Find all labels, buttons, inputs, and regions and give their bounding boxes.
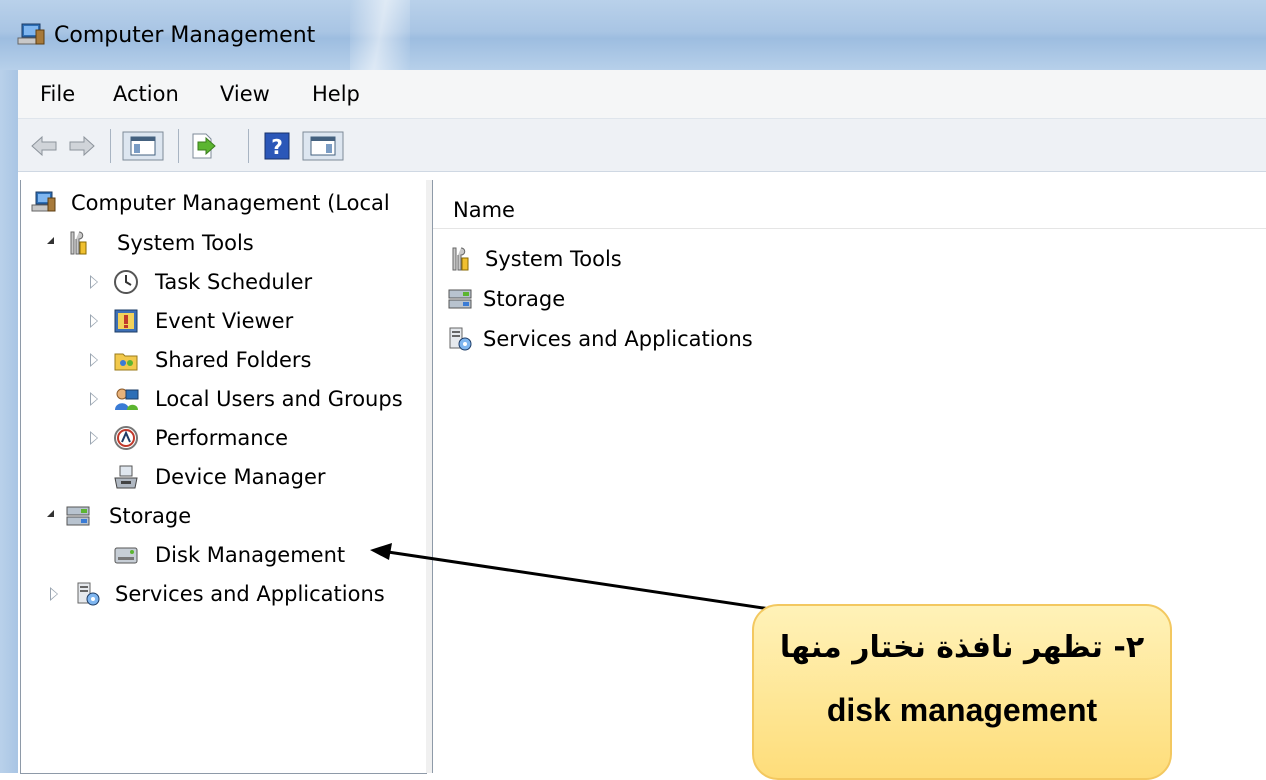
- services-icon: [77, 582, 100, 606]
- tree-item-local-users[interactable]: Local Users and Groups: [29, 384, 424, 416]
- svg-text:?: ?: [271, 135, 283, 159]
- computer-management-icon: [17, 23, 45, 45]
- tree-item-task-scheduler[interactable]: Task Scheduler: [29, 267, 424, 299]
- tree-item-system-tools[interactable]: System Tools: [29, 228, 424, 260]
- computer-management-icon: [31, 191, 56, 212]
- collapse-arrow-icon[interactable]: [47, 510, 54, 517]
- toolbar: ?: [18, 119, 1266, 172]
- system-tools-icon: [452, 247, 469, 271]
- tree-item-shared-folders[interactable]: Shared Folders: [29, 345, 424, 377]
- list-item-label: Storage: [483, 287, 566, 311]
- tree-item-services-and-applications[interactable]: Services and Applications: [29, 579, 424, 611]
- tree-label: Local Users and Groups: [155, 387, 403, 411]
- shared-folders-icon: [114, 353, 138, 371]
- menu-file[interactable]: File: [40, 82, 75, 106]
- system-tools-icon: [70, 231, 87, 255]
- forward-icon[interactable]: [66, 131, 98, 161]
- list-item-storage[interactable]: Storage: [445, 284, 1245, 316]
- toolbar-separator: [110, 129, 111, 163]
- console-tree: Computer Management (Local System Tools …: [20, 180, 427, 774]
- tree-item-storage[interactable]: Storage: [29, 501, 424, 533]
- list-item-system-tools[interactable]: System Tools: [445, 244, 1245, 276]
- callout-english-text: disk management: [826, 692, 1098, 728]
- expand-arrow-icon[interactable]: [90, 353, 98, 367]
- window-frame-left: [0, 70, 18, 773]
- menu-action[interactable]: Action: [113, 82, 179, 106]
- clock-icon: [114, 270, 138, 294]
- toolbar-separator: [178, 129, 179, 163]
- export-list-icon[interactable]: [188, 131, 218, 161]
- tree-label: Event Viewer: [155, 309, 294, 333]
- toolbar-separator: [248, 129, 249, 163]
- performance-icon: [114, 426, 138, 450]
- event-viewer-icon: [114, 309, 138, 333]
- pane-splitter[interactable]: [426, 180, 433, 773]
- show-hide-console-tree-icon[interactable]: [122, 131, 164, 161]
- device-manager-icon: [114, 465, 138, 489]
- list-item-services-and-applications[interactable]: Services and Applications: [445, 324, 1245, 356]
- tree-item-device-manager[interactable]: Device Manager: [29, 462, 424, 494]
- title-gloss: [350, 0, 410, 70]
- callout-arabic-text: ٢- تظهر نافذة نختار منها: [779, 630, 1145, 665]
- tree-item-event-viewer[interactable]: Event Viewer: [29, 306, 424, 338]
- menu-view[interactable]: View: [220, 82, 270, 106]
- tree-label: Computer Management (Local: [71, 191, 390, 215]
- show-hide-action-pane-icon[interactable]: [302, 131, 344, 161]
- tree-label: Performance: [155, 426, 289, 450]
- expand-arrow-icon[interactable]: [50, 587, 58, 601]
- tree-label: Device Manager: [155, 465, 326, 489]
- tree-label: Disk Management: [155, 543, 346, 567]
- disk-icon: [114, 547, 138, 564]
- tree-label: Shared Folders: [155, 348, 312, 372]
- annotation-callout: ٢- تظهر نافذة نختار منها disk management: [752, 604, 1172, 780]
- tree-label: Task Scheduler: [155, 270, 313, 294]
- expand-arrow-icon[interactable]: [90, 275, 98, 289]
- expand-arrow-icon[interactable]: [90, 431, 98, 445]
- help-icon[interactable]: ?: [262, 131, 292, 161]
- menu-bar: File Action View Help: [18, 70, 1266, 119]
- services-icon: [449, 327, 472, 351]
- list-item-label: Services and Applications: [483, 327, 753, 351]
- column-header-name[interactable]: Name: [433, 190, 1266, 229]
- storage-icon: [66, 506, 90, 526]
- expand-arrow-icon[interactable]: [90, 314, 98, 328]
- expand-arrow-icon[interactable]: [90, 392, 98, 406]
- tree-label: Storage: [109, 504, 192, 528]
- tree-item-performance[interactable]: Performance: [29, 423, 424, 455]
- tree-label: System Tools: [117, 231, 254, 255]
- menu-help[interactable]: Help: [312, 82, 360, 106]
- collapse-arrow-icon[interactable]: [47, 237, 54, 244]
- storage-icon: [448, 289, 472, 309]
- column-header-label: Name: [453, 198, 515, 222]
- back-icon[interactable]: [28, 131, 60, 161]
- tree-item-disk-management[interactable]: Disk Management: [29, 540, 424, 572]
- window-title: Computer Management: [54, 23, 316, 48]
- users-icon: [115, 388, 139, 410]
- tree-label: Services and Applications: [115, 582, 385, 606]
- title-bar: Computer Management: [0, 0, 1266, 70]
- list-item-label: System Tools: [485, 247, 622, 271]
- tree-item-root[interactable]: Computer Management (Local: [29, 188, 424, 220]
